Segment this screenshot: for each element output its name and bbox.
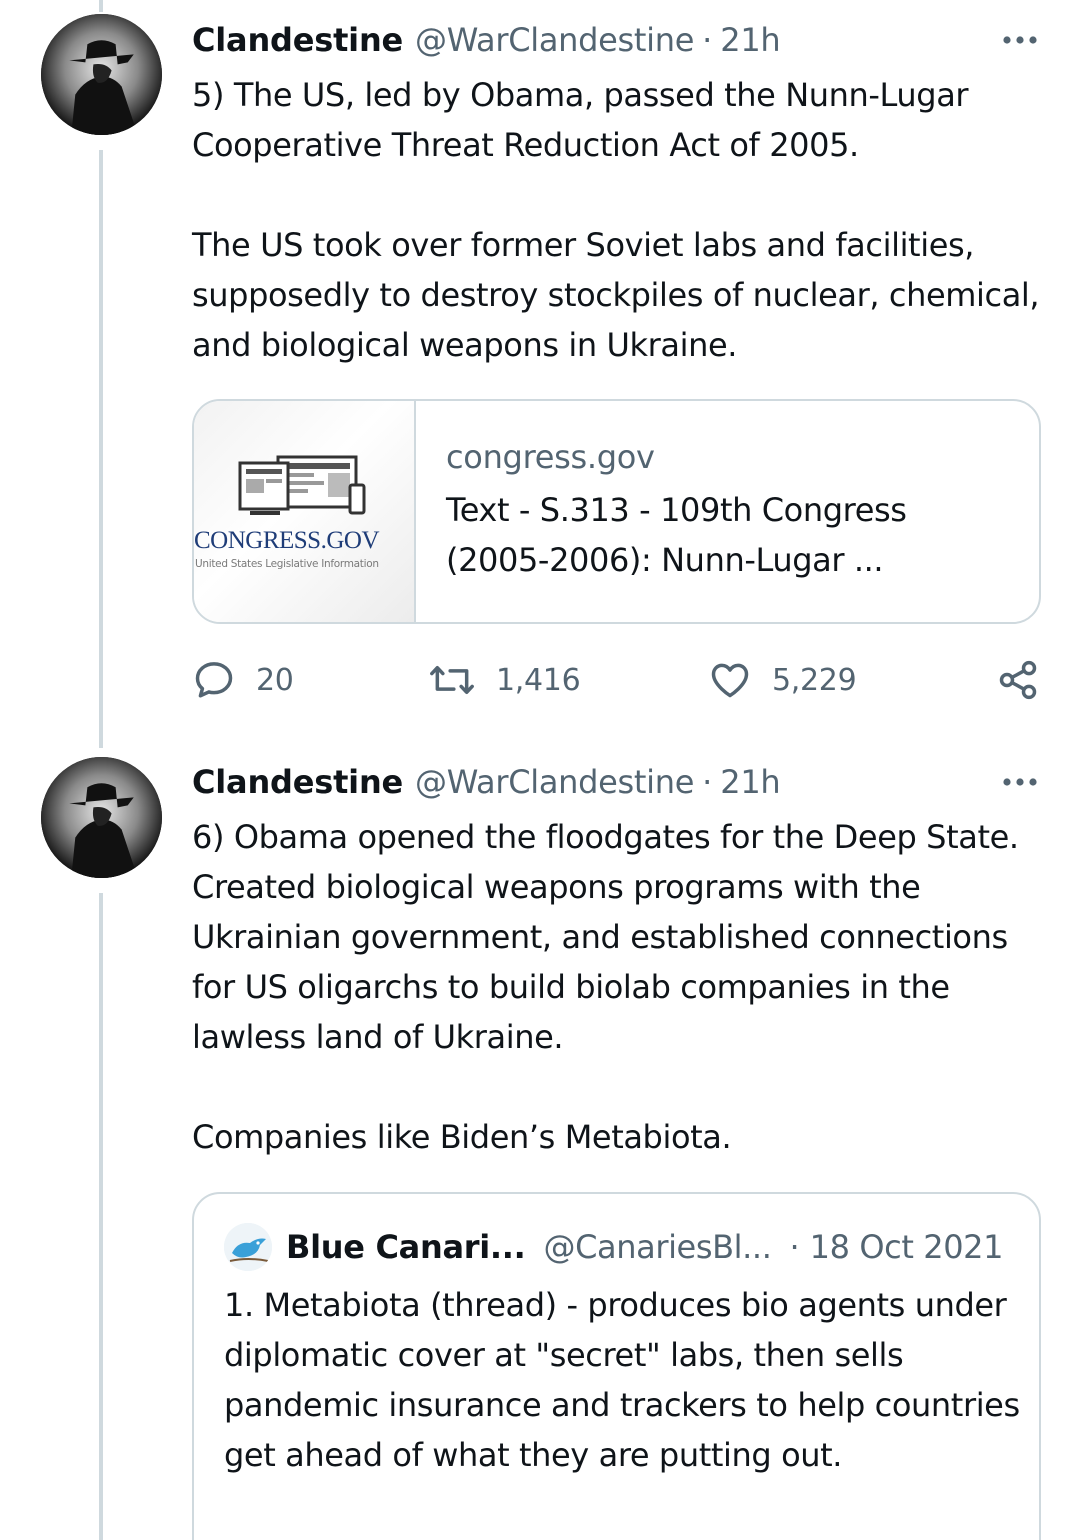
avatar[interactable] <box>41 757 162 878</box>
congress-logo-subtext: United States Legislative Information <box>195 558 379 570</box>
retweet-count: 1,416 <box>496 662 581 698</box>
avatar[interactable] <box>41 14 162 135</box>
spy-avatar-image <box>41 14 162 135</box>
link-card-domain: congress.gov <box>446 438 655 476</box>
tweet-actions: 20 1,416 5,229 <box>192 652 1040 708</box>
quoted-tweet-header: Blue Canari... @CanariesBl... · 18 Oct 2… <box>224 1223 1004 1271</box>
link-card-thumbnail: CONGRESS.GOV United States Legislative I… <box>194 401 416 622</box>
separator-dot: · <box>702 763 713 801</box>
quoted-tweet[interactable]: Blue Canari... @CanariesBl... · 18 Oct 2… <box>192 1192 1041 1540</box>
quoted-display-name[interactable]: Blue Canari... <box>286 1228 526 1266</box>
reply-count: 20 <box>256 662 294 698</box>
like-button[interactable]: 5,229 <box>708 652 857 708</box>
retweet-icon <box>430 665 474 695</box>
thread-line-middle <box>99 150 103 748</box>
separator-dot: · <box>702 21 713 59</box>
like-count: 5,229 <box>772 662 857 698</box>
display-name[interactable]: Clandestine <box>192 21 403 59</box>
timestamp[interactable]: 21h <box>720 21 780 59</box>
retweet-button[interactable]: 1,416 <box>428 652 581 708</box>
more-icon[interactable] <box>1000 760 1040 804</box>
tweet-text: 6) Obama opened the floodgates for the D… <box>192 818 1019 1156</box>
like-icon <box>711 663 749 698</box>
tweet-text: 5) The US, led by Obama, passed the Nunn… <box>192 76 1040 364</box>
link-card-body: congress.gov Text - S.313 - 109th Congre… <box>416 401 1039 622</box>
tweet-header: Clandestine @WarClandestine · 21h <box>192 18 1040 62</box>
tweet-header: Clandestine @WarClandestine · 21h <box>192 760 1040 804</box>
more-icon[interactable] <box>1000 18 1040 62</box>
share-button[interactable] <box>996 652 1040 708</box>
timestamp[interactable]: 21h <box>720 763 780 801</box>
quoted-tweet-text: 1. Metabiota (thread) - produces bio age… <box>224 1286 1030 1474</box>
link-card-title: Text - S.313 - 109th Congress (2005-2006… <box>446 491 907 579</box>
congress-logo-text: CONGRESS.GOV <box>194 527 380 554</box>
share-icon <box>999 660 1037 700</box>
quoted-separator-dot: · <box>789 1228 800 1266</box>
reply-button[interactable]: 20 <box>192 652 294 708</box>
spy-avatar-image <box>41 757 162 878</box>
devices-icon <box>238 455 366 515</box>
reply-icon <box>195 662 233 698</box>
quoted-user-handle[interactable]: @CanariesBl... <box>543 1228 771 1266</box>
quoted-timestamp[interactable]: 18 Oct 2021 <box>810 1228 1004 1266</box>
quoted-avatar[interactable] <box>224 1223 272 1271</box>
thread-line-top <box>99 0 103 12</box>
user-handle[interactable]: @WarClandestine <box>415 763 694 801</box>
user-handle[interactable]: @WarClandestine <box>415 21 694 59</box>
canary-bird-icon <box>224 1223 272 1271</box>
thread-line-bottom <box>99 893 103 1540</box>
display-name[interactable]: Clandestine <box>192 763 403 801</box>
link-card[interactable]: CONGRESS.GOV United States Legislative I… <box>192 399 1041 624</box>
